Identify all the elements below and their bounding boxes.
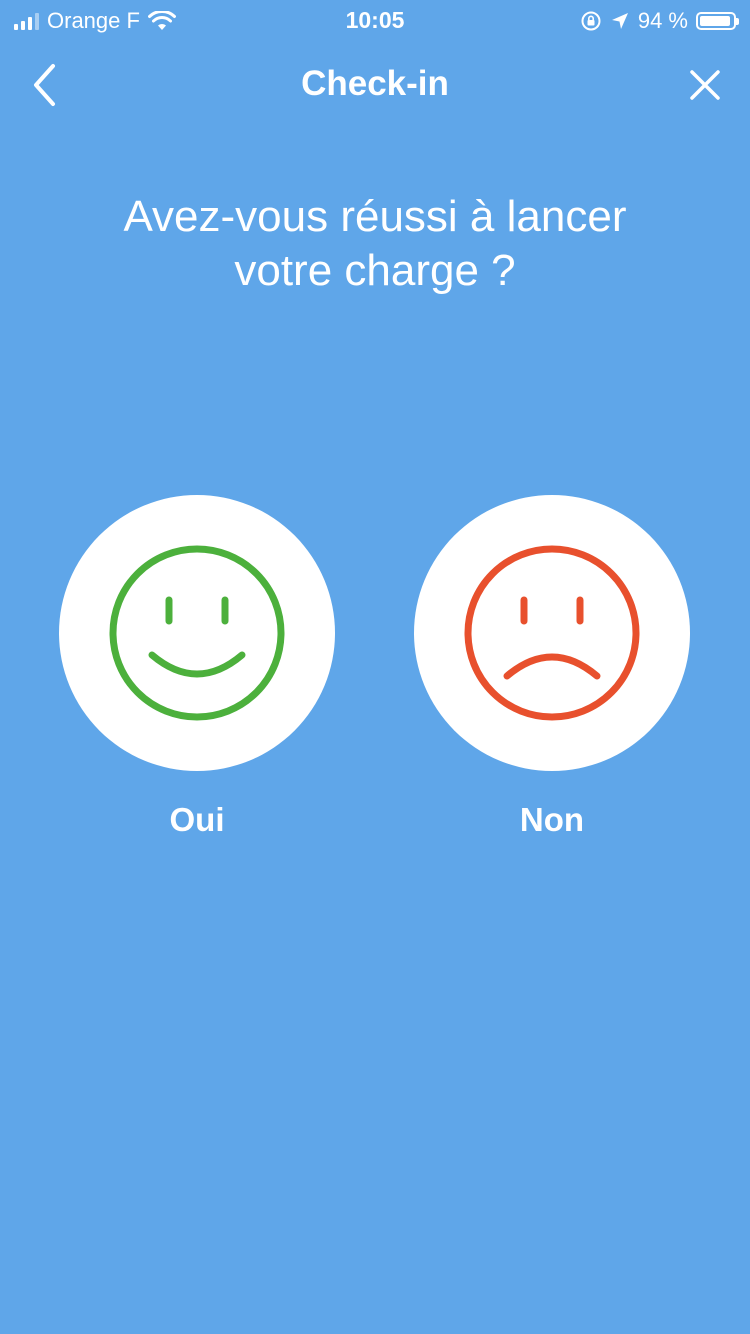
battery-level — [700, 16, 730, 26]
option-no-label[interactable]: Non — [414, 801, 690, 839]
battery-icon — [696, 12, 739, 30]
option-yes[interactable]: Oui — [59, 495, 335, 839]
option-no-circle[interactable] — [414, 495, 690, 771]
location-arrow-icon — [611, 13, 628, 29]
nav-bar: Check-in — [0, 44, 750, 124]
status-right: 94 % — [580, 8, 739, 34]
close-icon — [690, 70, 720, 100]
page-title: Check-in — [301, 64, 449, 103]
question-line-1: Avez-vous réussi à lancer — [123, 192, 627, 241]
option-yes-circle[interactable] — [59, 495, 335, 771]
rotation-lock-icon — [581, 11, 601, 31]
status-bar: Orange F 10:05 94 % — [0, 0, 750, 40]
question-text: Avez-vous réussi à lancer votre charge ? — [60, 190, 690, 298]
close-button[interactable] — [680, 60, 730, 110]
option-yes-label[interactable]: Oui — [59, 801, 335, 839]
sad-face-icon — [464, 545, 640, 721]
question-line-2: votre charge ? — [234, 246, 516, 295]
happy-face-icon — [109, 545, 285, 721]
battery-percent: 94 % — [637, 8, 688, 33]
option-no[interactable]: Non — [414, 495, 690, 839]
